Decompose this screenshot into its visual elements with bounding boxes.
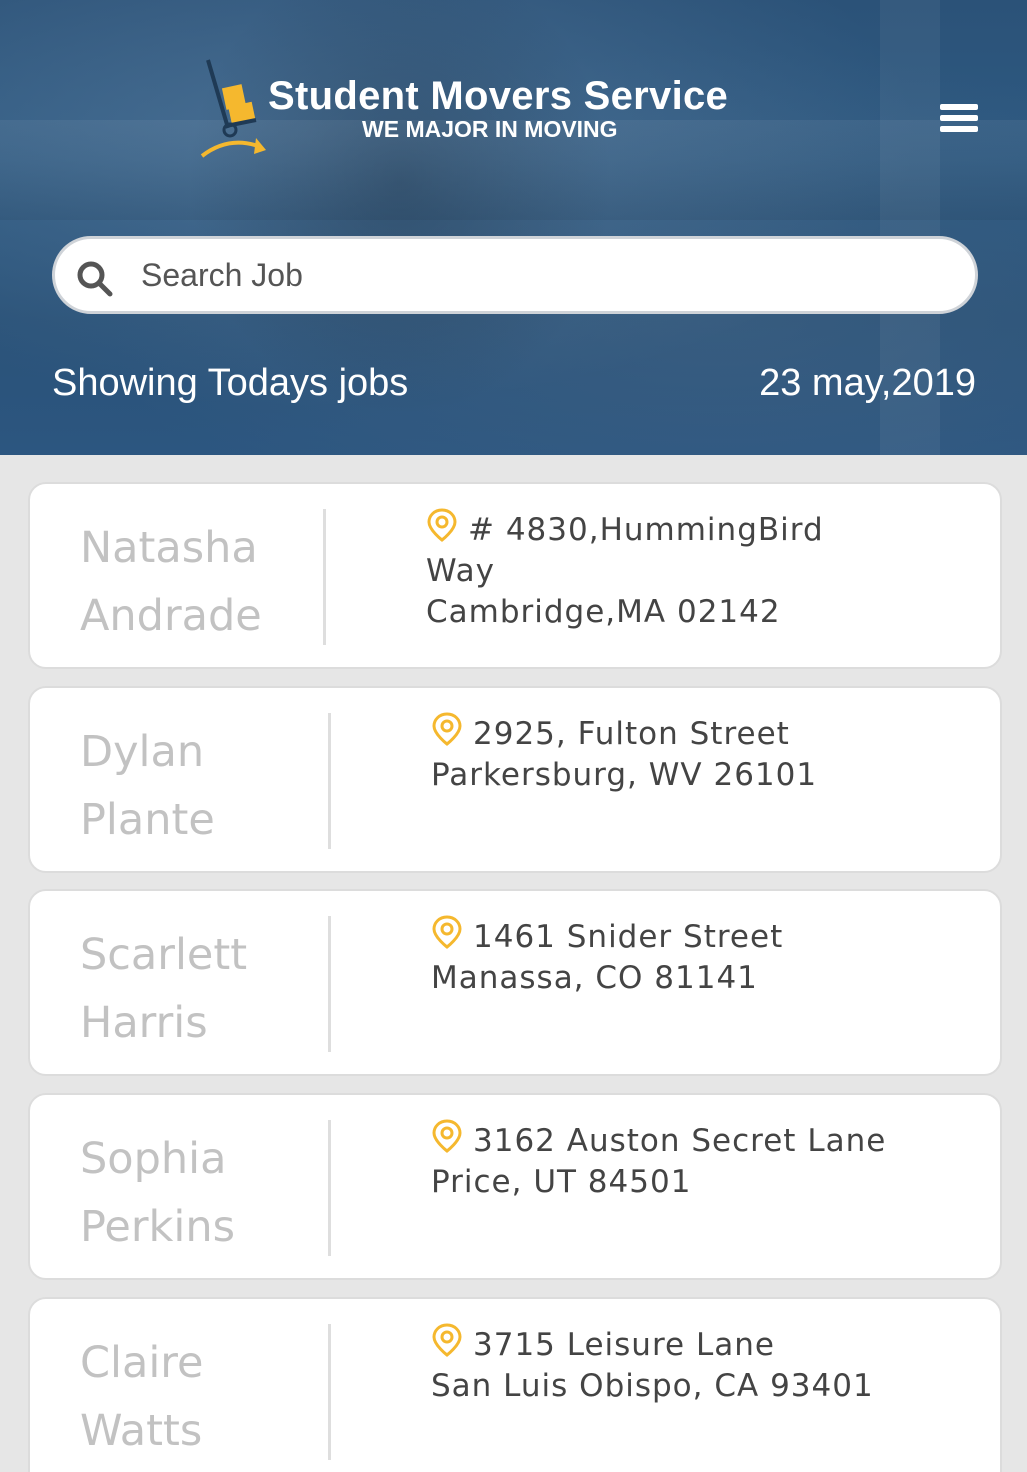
- job-card[interactable]: Scarlett Harris 1461 Snider Street Manas…: [28, 889, 1002, 1076]
- menu-bar: [940, 126, 978, 132]
- customer-last-name: Watts: [80, 1406, 203, 1456]
- customer-name: Scarlett Harris: [80, 921, 310, 1057]
- hamburger-menu-icon[interactable]: [940, 104, 978, 136]
- address-line-2: Manassa, CO 81141: [431, 960, 758, 996]
- customer-name: Natasha Andrade: [80, 514, 310, 650]
- job-address: 3162 Auston Secret Lane Price, UT 84501: [431, 1119, 901, 1203]
- job-address: # 4830,HummingBird Way Cambridge,MA 0214…: [426, 508, 896, 633]
- location-pin-icon: [432, 1119, 462, 1153]
- customer-first-name: Claire: [80, 1338, 204, 1388]
- job-address: 2925, Fulton Street Parkersburg, WV 2610…: [431, 712, 901, 796]
- customer-last-name: Andrade: [80, 591, 262, 641]
- showing-label: Showing Todays jobs: [52, 362, 409, 404]
- brand-tagline: WE MAJOR IN MOVING: [362, 116, 618, 142]
- search-icon[interactable]: [75, 259, 115, 299]
- job-address: 3715 Leisure Lane San Luis Obispo, CA 93…: [431, 1323, 901, 1407]
- menu-bar: [940, 104, 978, 110]
- location-pin-icon: [432, 915, 462, 949]
- customer-name: Sophia Perkins: [80, 1125, 310, 1261]
- card-divider: [323, 509, 326, 645]
- customer-first-name: Scarlett: [80, 930, 248, 980]
- job-card[interactable]: Dylan Plante 2925, Fulton Street Parkers…: [28, 686, 1002, 873]
- customer-last-name: Harris: [80, 998, 208, 1048]
- card-divider: [328, 1120, 331, 1256]
- location-pin-icon: [432, 712, 462, 746]
- brand-title: Student Movers Service: [268, 74, 729, 118]
- customer-last-name: Plante: [80, 795, 215, 845]
- customer-name: Claire Watts: [80, 1329, 310, 1465]
- job-address: 1461 Snider Street Manassa, CO 81141: [431, 915, 901, 999]
- card-divider: [328, 916, 331, 1052]
- location-pin-icon: [427, 508, 457, 542]
- job-card[interactable]: Natasha Andrade # 4830,HummingBird Way C…: [28, 482, 1002, 669]
- address-line-2: Parkersburg, WV 26101: [431, 757, 818, 793]
- address-line-1: 3162 Auston Secret Lane: [473, 1123, 887, 1159]
- job-card[interactable]: Sophia Perkins 3162 Auston Secret Lane P…: [28, 1093, 1002, 1280]
- customer-last-name: Perkins: [80, 1202, 236, 1252]
- search-input[interactable]: [141, 253, 941, 297]
- search-bar[interactable]: [52, 236, 978, 314]
- hand-truck-logo-icon: [200, 59, 266, 158]
- customer-first-name: Dylan: [80, 727, 205, 777]
- jobs-date: 23 may,2019: [759, 362, 976, 404]
- address-line-2: Price, UT 84501: [431, 1164, 692, 1200]
- address-line-3: Cambridge,MA 02142: [426, 594, 781, 630]
- address-line-1: 1461 Snider Street: [473, 919, 784, 955]
- customer-first-name: Natasha: [80, 523, 258, 573]
- customer-name: Dylan Plante: [80, 718, 310, 854]
- address-line-1: # 4830,HummingBird: [468, 512, 824, 548]
- job-card[interactable]: Claire Watts 3715 Leisure Lane San Luis …: [28, 1297, 1002, 1472]
- header-banner: Student Movers Service WE MAJOR IN MOVIN…: [0, 0, 1027, 455]
- address-line-2: Way: [426, 553, 496, 589]
- location-pin-icon: [432, 1323, 462, 1357]
- address-line-1: 2925, Fulton Street: [473, 716, 790, 752]
- address-line-2: San Luis Obispo, CA 93401: [431, 1368, 874, 1404]
- card-divider: [328, 1324, 331, 1460]
- customer-first-name: Sophia: [80, 1134, 227, 1184]
- menu-bar: [940, 115, 978, 121]
- address-line-1: 3715 Leisure Lane: [473, 1327, 775, 1363]
- card-divider: [328, 713, 331, 849]
